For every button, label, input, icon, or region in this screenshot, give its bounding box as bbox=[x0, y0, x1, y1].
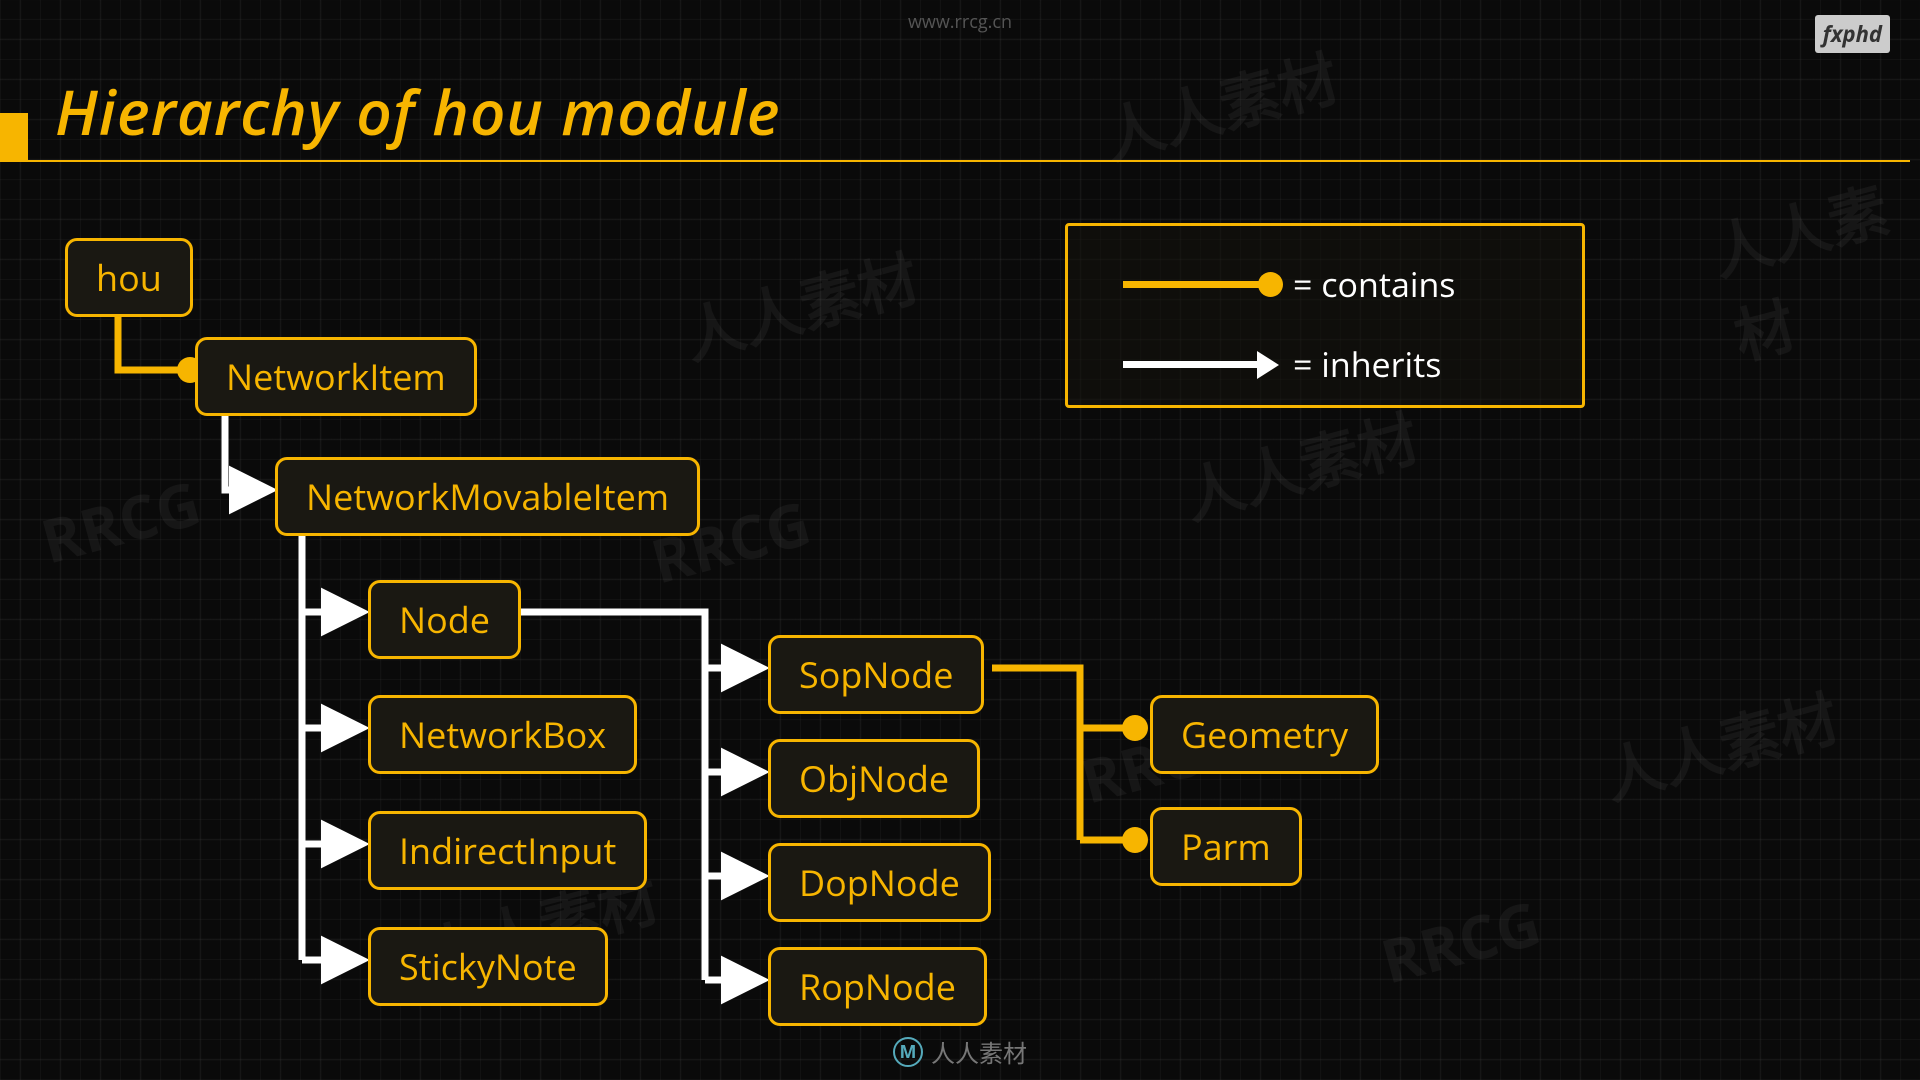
title-accent bbox=[0, 113, 28, 161]
logo-fxphd: fxphd bbox=[1815, 15, 1890, 53]
node-networkbox: NetworkBox bbox=[368, 695, 637, 774]
node-indirectinput: IndirectInput bbox=[368, 811, 647, 890]
node-sopnode: SopNode bbox=[768, 635, 984, 714]
node-networkitem: NetworkItem bbox=[195, 337, 477, 416]
contains-line-icon bbox=[1123, 281, 1273, 288]
node-geometry: Geometry bbox=[1150, 695, 1379, 774]
footer-icon: M bbox=[893, 1037, 923, 1067]
legend-inherits-row: = inherits bbox=[1123, 341, 1441, 387]
footer-text: 人人素材 bbox=[931, 1034, 1027, 1070]
legend-contains-row: = contains bbox=[1123, 261, 1456, 307]
node-node: Node bbox=[368, 580, 521, 659]
footer-watermark: M 人人素材 bbox=[893, 1034, 1027, 1070]
title-underline bbox=[0, 160, 1910, 162]
legend-contains-label: = contains bbox=[1293, 261, 1456, 307]
node-networkmovableitem: NetworkMovableItem bbox=[275, 457, 700, 536]
inherits-arrow-icon bbox=[1123, 361, 1273, 368]
node-stickynote: StickyNote bbox=[368, 927, 608, 1006]
legend-inherits-label: = inherits bbox=[1293, 341, 1441, 387]
legend-box: = contains = inherits bbox=[1065, 223, 1585, 408]
header-url: www.rrcg.cn bbox=[908, 10, 1012, 34]
node-dopnode: DopNode bbox=[768, 843, 991, 922]
node-ropnode: RopNode bbox=[768, 947, 987, 1026]
node-objnode: ObjNode bbox=[768, 739, 980, 818]
page-title: Hierarchy of hou module bbox=[55, 70, 781, 154]
node-parm: Parm bbox=[1150, 807, 1302, 886]
node-hou: hou bbox=[65, 238, 193, 317]
